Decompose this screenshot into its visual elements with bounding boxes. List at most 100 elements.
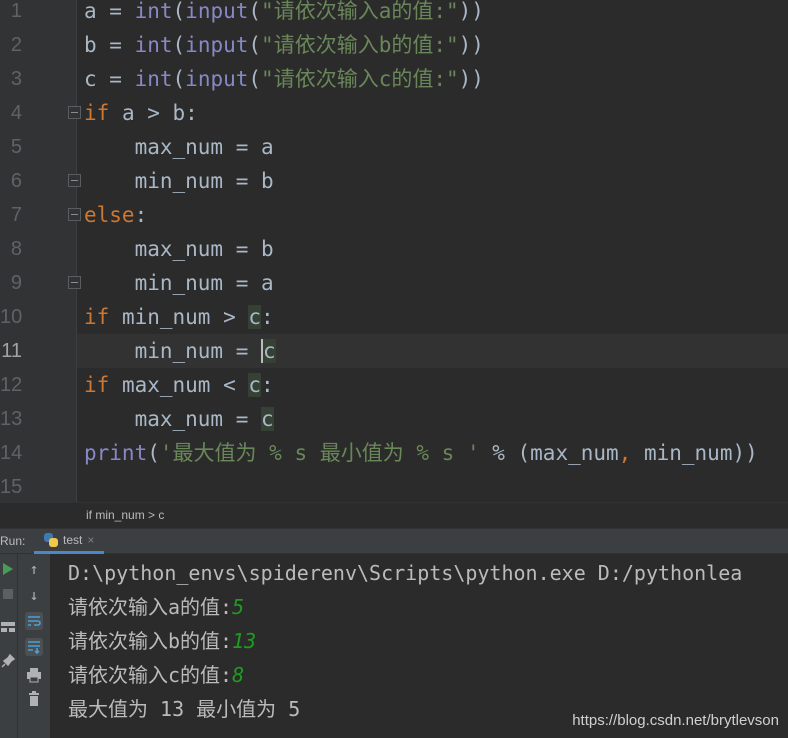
fold-marker-icon[interactable] — [68, 208, 81, 221]
string-literal: "请依次输入c的值:" — [261, 67, 459, 91]
user-input-value: 8 — [232, 663, 245, 687]
code-token: c = — [84, 67, 135, 91]
line-number-gutter: 1 2 3 4 5 6 7 8 9 10 11 12 13 14 15 — [0, 0, 81, 502]
line-number: 2 — [10, 34, 22, 56]
run-panel-header: Run: test × — [0, 528, 788, 554]
code-token: a > b: — [109, 101, 198, 125]
code-token: , — [618, 441, 632, 465]
soft-wrap-icon[interactable] — [25, 612, 43, 630]
user-input-value: 5 — [232, 595, 245, 619]
keyword: if — [84, 373, 110, 397]
code-token: min_num = a — [84, 271, 274, 295]
run-toolbar-left — [0, 554, 18, 738]
code-line-8[interactable]: max_num = b — [84, 232, 274, 266]
console-line: D:\python_envs\spiderenv\Scripts\python.… — [68, 556, 742, 590]
code-token: input — [185, 67, 249, 91]
code-line-7[interactable]: else: — [84, 198, 147, 232]
stop-icon[interactable] — [2, 588, 14, 600]
highlighted-usage: c — [248, 373, 262, 397]
python-icon — [44, 533, 58, 547]
fold-marker-icon[interactable] — [68, 276, 81, 289]
line-number: 14 — [0, 442, 23, 464]
code-token: ( — [172, 0, 186, 23]
code-token: input — [185, 0, 249, 23]
print-icon[interactable] — [25, 666, 43, 684]
code-line-9[interactable]: min_num = a — [84, 266, 274, 300]
line-number: 9 — [10, 272, 22, 294]
code-token: : — [261, 373, 274, 397]
code-line-5[interactable]: max_num = a — [84, 130, 274, 164]
code-token: max_num = a — [84, 135, 274, 159]
console-line: 最大值为 13 最小值为 5 — [68, 692, 300, 726]
highlighted-usage: c — [261, 407, 274, 431]
code-token: a = — [84, 0, 135, 23]
code-token: : — [261, 305, 274, 329]
code-token: ( — [248, 67, 262, 91]
watermark: https://blog.csdn.net/brytlevson — [572, 712, 779, 729]
code-line-14[interactable]: print('最大值为 % s 最小值为 % s ' % (max_num, m… — [84, 436, 758, 470]
code-token: )) — [458, 67, 484, 91]
fold-marker-icon[interactable] — [68, 174, 81, 187]
breadcrumb[interactable]: if min_num > c — [0, 502, 788, 528]
line-number-current: 11 — [1, 340, 22, 362]
console-prompt: 请依次输入a的值: — [68, 595, 233, 619]
code-token: print — [84, 441, 148, 465]
trash-icon[interactable] — [25, 690, 43, 708]
code-editor[interactable]: 1 2 3 4 5 6 7 8 9 10 11 12 13 14 15 a = … — [0, 0, 788, 502]
run-toolbar: ↑ ↓ — [18, 554, 51, 738]
breadcrumb-item[interactable]: if min_num > c — [86, 508, 164, 522]
code-line-11[interactable]: min_num = c — [84, 334, 276, 368]
code-token: ( — [248, 33, 262, 57]
code-line-4[interactable]: if a > b: — [84, 96, 198, 130]
code-token: min_num)) — [631, 441, 758, 465]
keyword: if — [84, 101, 110, 125]
code-token: int — [134, 33, 173, 57]
code-line-2[interactable]: b = int(input("请依次输入b的值:")) — [84, 28, 484, 62]
highlighted-usage: c — [248, 305, 262, 329]
console-line: 请依次输入b的值:13 — [68, 624, 256, 658]
code-line-10[interactable]: if min_num > c: — [84, 300, 274, 334]
console-output[interactable]: D:\python_envs\spiderenv\Scripts\python.… — [51, 554, 788, 738]
console-result: 最大值为 13 最小值为 5 — [68, 697, 301, 721]
console-line: 请依次输入a的值:5 — [68, 590, 244, 624]
code-token: min_num > — [109, 305, 249, 329]
code-line-13[interactable]: max_num = c — [84, 402, 274, 436]
rerun-icon[interactable] — [1, 562, 15, 576]
code-line-1[interactable]: a = int(input("请依次输入a的值:")) — [84, 0, 484, 28]
string-literal: "请依次输入a的值:" — [261, 0, 459, 23]
down-arrow-icon[interactable]: ↓ — [25, 586, 43, 604]
console-prompt: 请依次输入b的值: — [68, 629, 233, 653]
run-tab-test[interactable]: test × — [34, 529, 105, 554]
keyword: else — [84, 203, 135, 227]
code-token: ( — [147, 441, 160, 465]
fold-marker-icon[interactable] — [68, 106, 81, 119]
code-token: ( — [172, 33, 186, 57]
line-number: 13 — [0, 408, 23, 430]
scroll-to-end-icon[interactable] — [25, 638, 43, 656]
code-token: b = — [84, 33, 135, 57]
string-literal: "请依次输入b的值:" — [261, 33, 459, 57]
code-token: : — [134, 203, 148, 227]
keyword: if — [84, 305, 110, 329]
code-token: )) — [458, 33, 484, 57]
line-number: 3 — [10, 68, 22, 90]
code-token: max_num = — [84, 407, 262, 431]
run-label: Run: — [0, 534, 26, 548]
line-number: 6 — [10, 170, 22, 192]
code-token: int — [134, 67, 173, 91]
line-number: 5 — [10, 136, 22, 158]
string-literal: '最大值为 % s 最小值为 % s ' — [159, 441, 480, 465]
code-line-12[interactable]: if max_num < c: — [84, 368, 274, 402]
layout-icon[interactable] — [0, 620, 16, 634]
console-text: D:\python_envs\spiderenv\Scripts\python.… — [68, 561, 743, 585]
up-arrow-icon[interactable]: ↑ — [25, 560, 43, 578]
run-tab-label: test — [63, 533, 83, 547]
line-number: 12 — [0, 374, 23, 396]
code-line-3[interactable]: c = int(input("请依次输入c的值:")) — [84, 62, 484, 96]
console-prompt: 请依次输入c的值: — [68, 663, 233, 687]
highlighted-usage: c — [261, 339, 276, 363]
pin-icon[interactable] — [1, 654, 15, 668]
close-icon[interactable]: × — [87, 533, 94, 547]
code-line-6[interactable]: min_num = b — [84, 164, 274, 198]
line-number: 8 — [10, 238, 22, 260]
